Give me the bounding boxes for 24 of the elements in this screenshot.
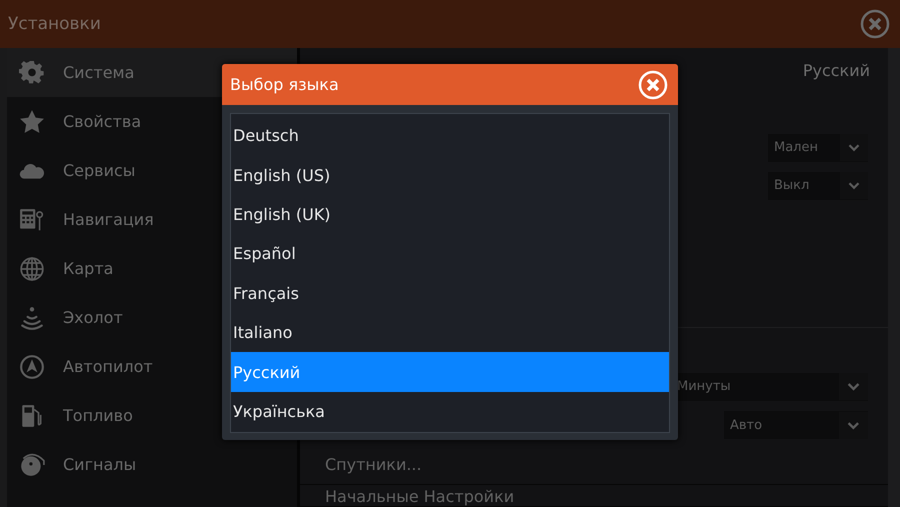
language-option[interactable]: Español [231, 234, 669, 274]
close-button[interactable] [860, 9, 890, 39]
compass-icon [19, 354, 45, 380]
dropdown[interactable]: Мален [768, 134, 868, 162]
language-option[interactable]: English (US) [231, 155, 669, 195]
settings-item[interactable]: Начальные Настройки [325, 487, 514, 506]
dropdown[interactable]: Авто [724, 411, 868, 440]
language-option[interactable]: Українська [231, 392, 669, 432]
sonar-icon [19, 304, 45, 330]
star-icon [19, 108, 45, 134]
bell-icon [19, 452, 45, 478]
sidebar-item[interactable]: Сигналы [7, 440, 297, 489]
window-title: Установки [8, 14, 101, 34]
language-option[interactable]: English (UK) [231, 194, 669, 234]
language-option[interactable]: Français [231, 274, 669, 313]
globe-icon [19, 256, 45, 282]
language-option[interactable]: Deutsch [231, 116, 669, 156]
language-value: Русский [802, 61, 870, 80]
gear-icon [19, 60, 45, 86]
language-option[interactable]: Русский [231, 352, 669, 392]
calculator-icon [19, 206, 45, 232]
dropdown[interactable]: Выкл [768, 172, 868, 200]
language-option[interactable]: Italiano [231, 312, 669, 352]
settings-item[interactable]: Спутники... [325, 454, 422, 474]
